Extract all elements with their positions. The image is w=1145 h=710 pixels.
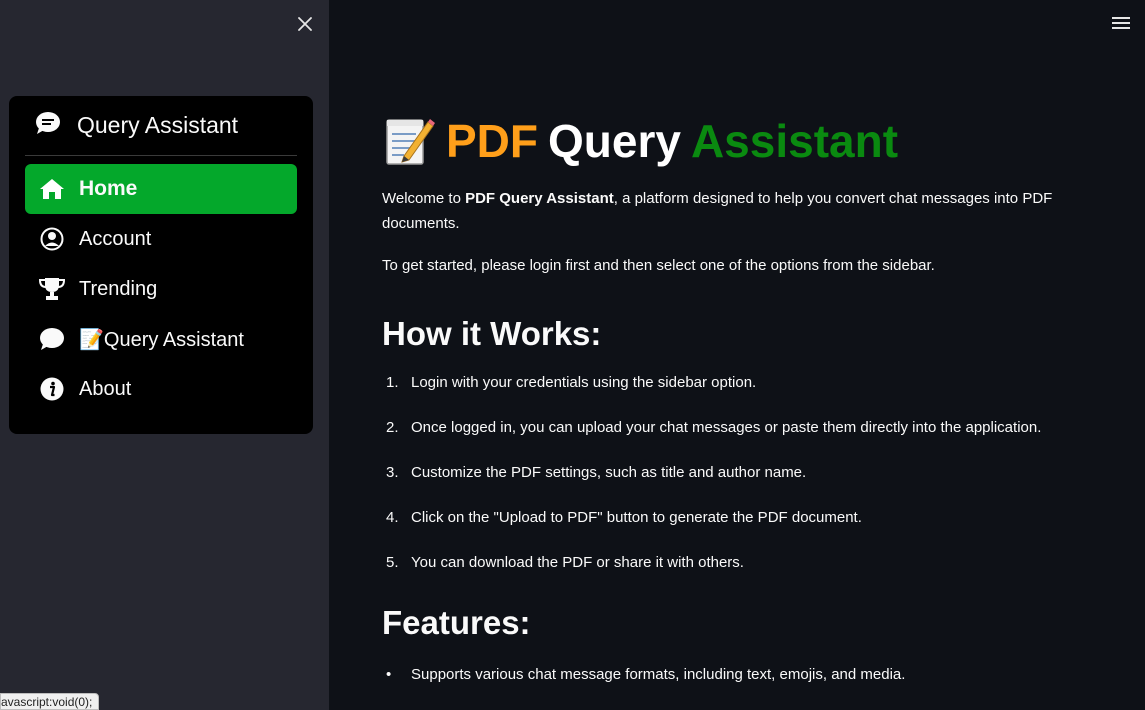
hamburger-line [1112,22,1130,24]
sidebar-item-label: 📝Query Assistant [79,328,244,351]
title-assistant: Assistant [690,115,899,167]
hamburger-line [1112,27,1130,29]
info-icon [39,376,65,402]
step-text: Customize the PDF settings, such as titl… [411,464,807,481]
intro-bold: PDF Query Assistant [465,190,614,207]
memo-icon [386,119,435,165]
sidebar-item-home[interactable]: Home [25,164,297,214]
menu-title: Query Assistant [77,112,239,138]
sidebar-item-label: About [79,377,132,400]
step-text: Once logged in, you can upload your chat… [411,419,1042,436]
get-started-text: To get started, please login first and t… [382,257,935,274]
title-pdf: PDF [446,115,538,167]
step-text: You can download the PDF or share it wit… [411,554,744,571]
list-item: 3. Customize the PDF settings, such as ti… [382,464,1072,482]
how-it-works-heading: How it Works: [382,315,602,352]
status-bar-link: avascript:void(0); [0,693,100,710]
step-text: Login with your credentials using the si… [411,374,757,391]
step-text: Click on the "Upload to PDF" button to g… [411,509,862,526]
sidebar-item-account[interactable]: Account [25,214,297,264]
menu-header: Query Assistant [25,96,297,156]
sidebar: Query Assistant Home Account Trending 📝Q… [0,0,329,710]
intro-paragraph: Welcome to PDF Query Assistant, a platfo… [382,186,1072,236]
trophy-icon [39,276,65,302]
close-icon [298,17,312,31]
sidebar-item-label: Account [79,227,152,250]
step-number: 1. [386,374,399,391]
chat-dots-icon [35,111,61,140]
sidebar-item-label: Home [79,177,138,200]
option-menu: Query Assistant Home Account Trending 📝Q… [9,96,313,434]
list-item: 5. You can download the PDF or share it w… [382,554,1072,572]
main-content: PDF Query Assistant Welcome to PDF Query… [382,110,1072,684]
main-menu-button[interactable] [1110,14,1132,32]
features-list: • Supports various chat message formats, … [382,666,1072,684]
intro-prefix: Welcome to [382,190,466,207]
chat-bubble-icon [39,326,65,352]
list-item: 1. Login with your credentials using the … [382,374,1072,392]
sidebar-item-trending[interactable]: Trending [25,264,297,314]
step-number: 5. [386,554,399,571]
house-icon [39,176,65,202]
sidebar-item-label: Trending [79,277,158,300]
list-item: • Supports various chat message formats, … [382,666,1072,684]
feature-text: Supports various chat message formats, i… [411,666,906,683]
step-number: 2. [386,419,399,436]
steps-list: 1. Login with your credentials using the … [382,374,1072,572]
close-sidebar-button[interactable] [293,12,317,36]
title-query: Query [548,115,681,167]
hamburger-line [1112,17,1130,19]
step-number: 3. [386,464,399,481]
page-title: PDF Query Assistant [382,110,1072,172]
sidebar-item-query-assistant[interactable]: 📝Query Assistant [25,314,297,364]
features-heading: Features: [382,604,531,641]
list-item: 2. Once logged in, you can upload your ch… [382,419,1072,437]
step-number: 4. [386,509,399,526]
bullet: • [386,666,392,683]
sidebar-item-about[interactable]: About [25,364,297,414]
person-circle-icon [39,226,65,252]
menu-list: Home Account Trending 📝Query Assistant A… [25,156,297,414]
list-item: 4. Click on the "Upload to PDF" button to… [382,509,1072,527]
